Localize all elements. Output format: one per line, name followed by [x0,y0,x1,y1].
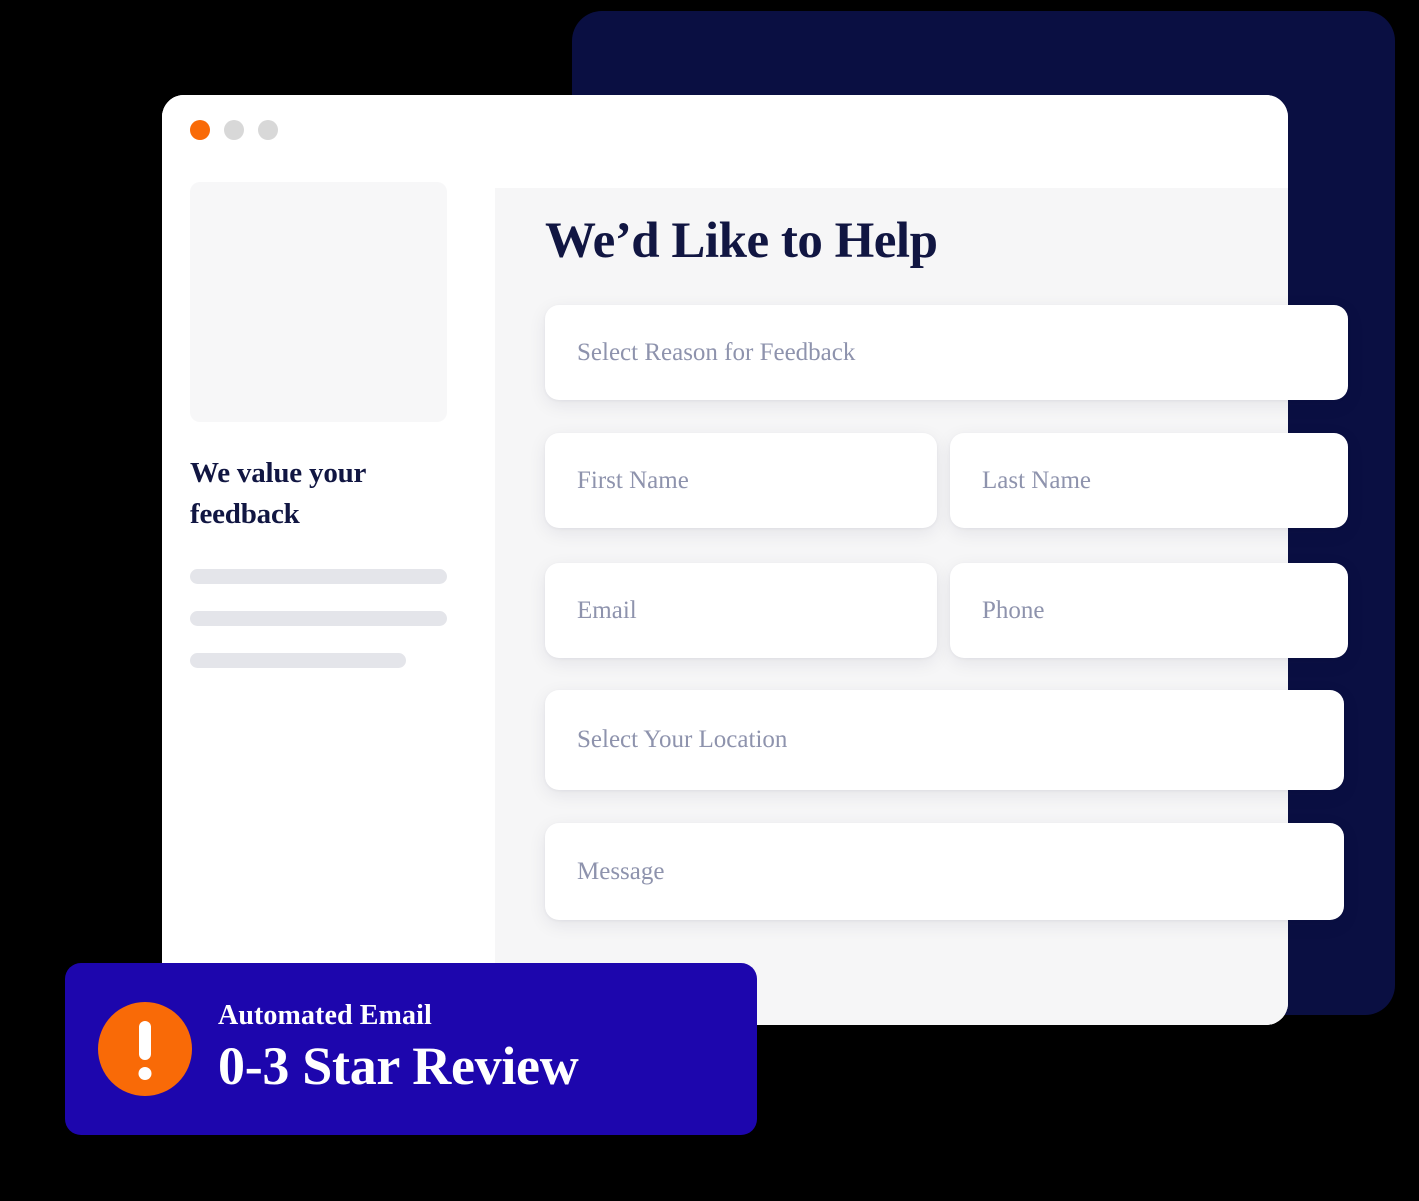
skeleton-line [190,569,447,584]
exclamation-dot [138,1067,152,1080]
last-name-placeholder: Last Name [982,466,1091,494]
banner-title: 0-3 Star Review [218,1036,579,1097]
message-textarea[interactable]: Message [545,823,1344,920]
phone-placeholder: Phone [982,596,1045,624]
exclamation-bar [139,1021,151,1060]
location-select[interactable]: Select Your Location [545,690,1344,790]
message-placeholder: Message [577,857,665,885]
last-name-input[interactable]: Last Name [950,433,1348,528]
window-titlebar [190,120,278,140]
skeleton-line [190,653,406,668]
email-placeholder: Email [577,596,637,624]
banner-text-group: Automated Email 0-3 Star Review [218,1000,579,1097]
reason-select-placeholder: Select Reason for Feedback [577,338,856,366]
first-name-placeholder: First Name [577,466,689,494]
automated-email-banner: Automated Email 0-3 Star Review [65,963,757,1135]
banner-eyebrow: Automated Email [218,1000,432,1032]
exclamation-circle-icon [98,1002,192,1096]
close-dot[interactable] [190,120,210,140]
first-name-input[interactable]: First Name [545,433,937,528]
location-select-placeholder: Select Your Location [577,726,788,753]
screenshot-stage: We value your feedback We’d Like to Help… [0,0,1419,1201]
maximize-dot[interactable] [258,120,278,140]
sidebar-heading: We value your feedback [190,457,366,530]
form-fields: Select Reason for Feedback First Name La… [545,305,1348,920]
page-title: We’d Like to Help [545,213,938,269]
sidebar: We value your feedback [162,95,495,1025]
email-input[interactable]: Email [545,563,937,658]
phone-input[interactable]: Phone [950,563,1348,658]
image-placeholder [190,182,447,422]
reason-select[interactable]: Select Reason for Feedback [545,305,1348,400]
skeleton-line [190,611,447,626]
minimize-dot[interactable] [224,120,244,140]
